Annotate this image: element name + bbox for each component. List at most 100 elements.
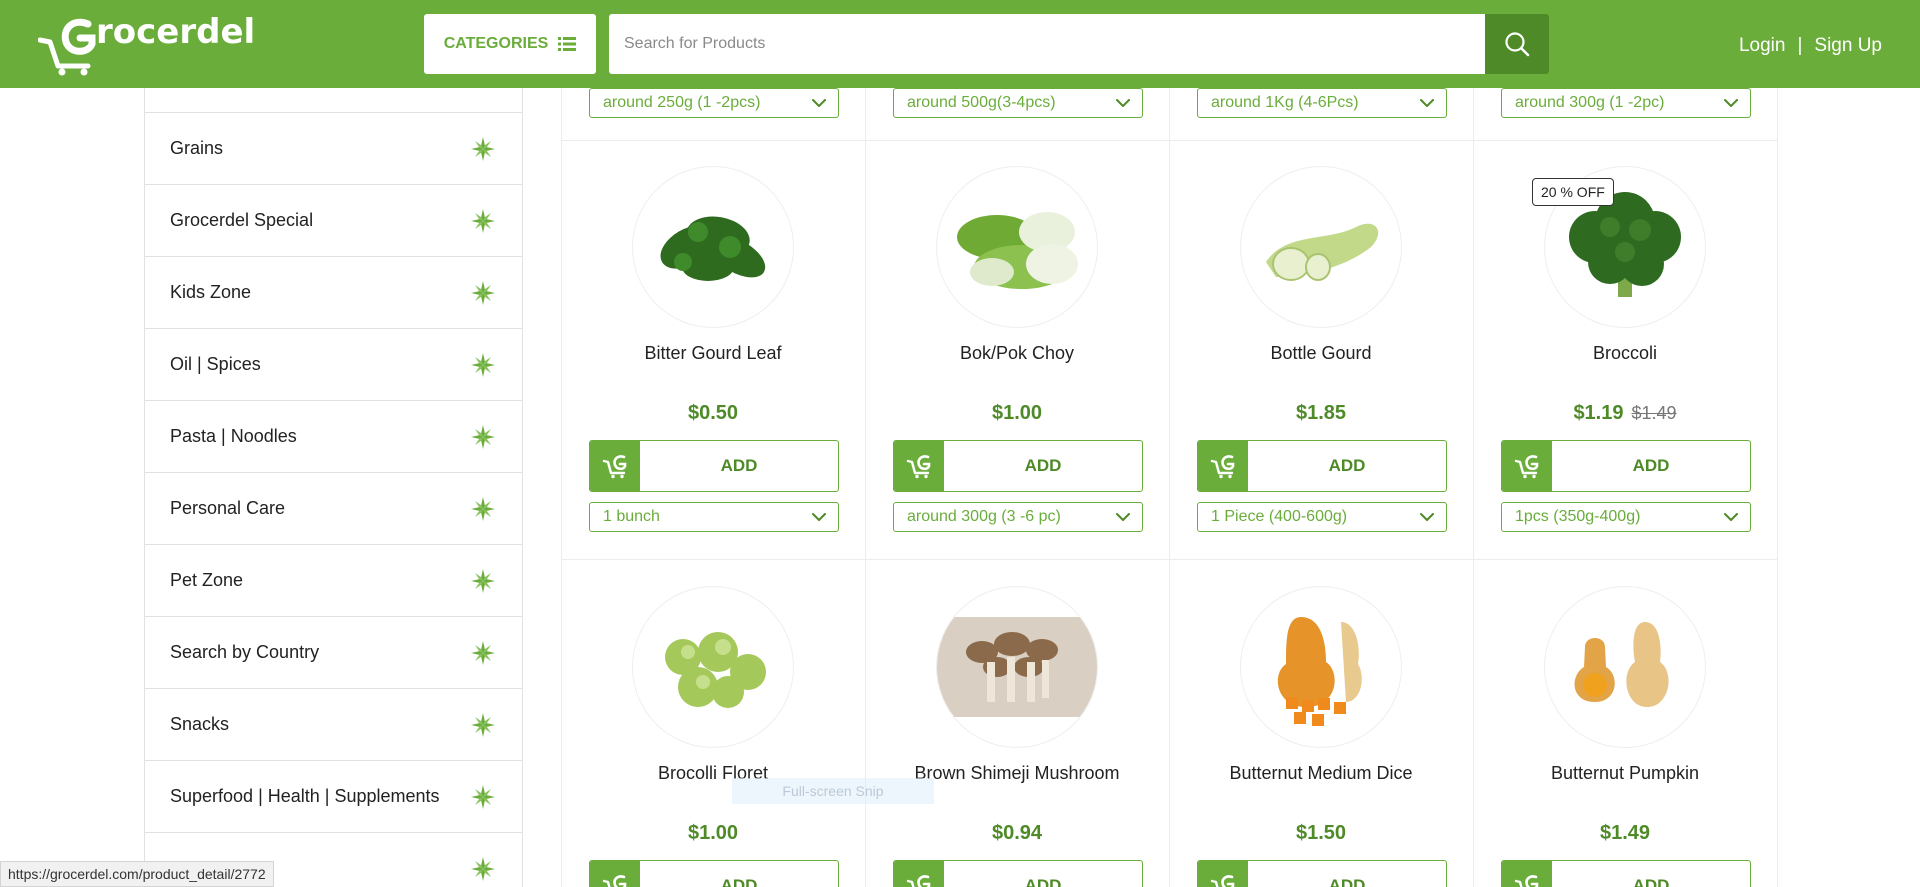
sidebar-item[interactable]: Pet Zone bbox=[145, 545, 522, 617]
product-price: $1.50 bbox=[1169, 822, 1473, 845]
chevron-down-icon bbox=[1724, 98, 1738, 108]
add-label: ADD bbox=[1328, 456, 1366, 475]
variant-value: 1pcs (350g-400g) bbox=[1515, 508, 1641, 525]
sidebar-item[interactable]: Personal Care bbox=[145, 473, 522, 545]
grocerdel-logo[interactable]: rocerdel bbox=[38, 10, 255, 76]
variant-select[interactable]: around 250g (1 -2pcs) bbox=[589, 88, 839, 118]
product-image[interactable] bbox=[632, 586, 794, 748]
sidebar-item[interactable]: Oil | Spices bbox=[145, 329, 522, 401]
product-name[interactable]: Bottle Gourd bbox=[1169, 343, 1473, 364]
snip-overlay-label: Full-screen Snip bbox=[732, 778, 934, 804]
sidebar-item[interactable]: Search by Country bbox=[145, 617, 522, 689]
list-icon bbox=[558, 37, 577, 51]
sidebar-item[interactable]: Snacks bbox=[145, 689, 522, 761]
sidebar-item[interactable]: Grocerdel Special bbox=[145, 185, 522, 257]
add-to-cart-button[interactable]: ADD bbox=[589, 860, 839, 887]
add-to-cart-button[interactable]: ADD bbox=[1501, 440, 1751, 492]
sidebar-item[interactable]: Grains bbox=[145, 113, 522, 185]
sidebar-item[interactable]: Kids Zone bbox=[145, 257, 522, 329]
login-link[interactable]: Login bbox=[1739, 35, 1786, 57]
sidebar-item-label: Grocerdel Special bbox=[170, 210, 314, 230]
chevron-down-icon bbox=[1724, 512, 1738, 522]
original-price: $1.49 bbox=[1631, 403, 1677, 423]
variant-select[interactable]: 1 bunch bbox=[589, 502, 839, 532]
categories-label: CATEGORIES bbox=[443, 35, 549, 52]
add-to-cart-button[interactable]: ADD bbox=[893, 860, 1143, 887]
status-bar-url: https://grocerdel.com/product_detail/277… bbox=[0, 861, 274, 887]
category-sidebar: Grains Grocerdel Special Kids Zone Oil | Sp… bbox=[144, 88, 523, 887]
variant-select[interactable]: around 500g(3-4pcs) bbox=[893, 88, 1143, 118]
signup-link[interactable]: Sign Up bbox=[1814, 35, 1882, 57]
variant-select[interactable]: around 300g (1 -2pc) bbox=[1501, 88, 1751, 118]
add-to-cart-button[interactable]: ADD bbox=[1197, 860, 1447, 887]
product-price: $0.50 bbox=[561, 402, 865, 425]
add-to-cart-button[interactable]: ADD bbox=[1501, 860, 1751, 887]
leaf-expand-icon bbox=[470, 208, 496, 234]
product-name[interactable]: Broccoli bbox=[1473, 343, 1777, 364]
cart-icon bbox=[1198, 441, 1248, 491]
add-to-cart-button[interactable]: ADD bbox=[893, 440, 1143, 492]
add-label: ADD bbox=[1632, 456, 1670, 475]
product-image[interactable] bbox=[632, 166, 794, 328]
product-price: $0.94 bbox=[865, 822, 1169, 845]
sidebar-item-label: Grains bbox=[170, 138, 224, 158]
product-name[interactable]: Bok/Pok Choy bbox=[865, 343, 1169, 364]
product-image[interactable] bbox=[936, 166, 1098, 328]
product-name[interactable]: Butternut Medium Dice bbox=[1169, 763, 1473, 784]
product-price: $1.85 bbox=[1169, 402, 1473, 425]
variant-select[interactable]: around 300g (3 -6 pc) bbox=[893, 502, 1143, 532]
variant-select[interactable]: 1 Piece (400-600g) bbox=[1197, 502, 1447, 532]
variant-value: around 300g (3 -6 pc) bbox=[907, 508, 1061, 525]
sidebar-item[interactable] bbox=[145, 88, 522, 113]
add-label: ADD bbox=[720, 456, 758, 475]
leaf-expand-icon bbox=[470, 568, 496, 594]
current-price: $0.50 bbox=[687, 402, 739, 424]
cart-icon bbox=[590, 441, 640, 491]
current-price: $1.00 bbox=[991, 402, 1043, 424]
product-name[interactable]: Bitter Gourd Leaf bbox=[561, 343, 865, 364]
chevron-down-icon bbox=[1116, 512, 1130, 522]
chevron-down-icon bbox=[812, 512, 826, 522]
cart-icon bbox=[894, 861, 944, 887]
product-image[interactable] bbox=[1240, 166, 1402, 328]
product-image[interactable] bbox=[936, 586, 1098, 748]
current-price: $1.85 bbox=[1295, 402, 1347, 424]
variant-select[interactable]: 1pcs (350g-400g) bbox=[1501, 502, 1751, 532]
chevron-down-icon bbox=[1420, 98, 1434, 108]
leaf-expand-icon bbox=[470, 856, 496, 882]
variant-select[interactable]: around 1Kg (4-6Pcs) bbox=[1197, 88, 1447, 118]
categories-button[interactable]: CATEGORIES bbox=[424, 14, 596, 74]
search-button[interactable] bbox=[1485, 14, 1549, 74]
auth-links: Login | Sign Up bbox=[1739, 35, 1882, 57]
leaf-expand-icon bbox=[470, 784, 496, 810]
add-label: ADD bbox=[1024, 456, 1062, 475]
add-to-cart-button[interactable]: ADD bbox=[1197, 440, 1447, 492]
leaf-expand-icon bbox=[470, 496, 496, 522]
sidebar-item-label: Pasta | Noodles bbox=[170, 426, 297, 446]
add-label: ADD bbox=[1632, 876, 1670, 887]
leaf-expand-icon bbox=[470, 280, 496, 306]
sidebar-item-label: Superfood | Health | Supplements bbox=[170, 786, 440, 806]
variant-value: around 300g (1 -2pc) bbox=[1515, 94, 1665, 111]
sidebar-item-label: Personal Care bbox=[170, 498, 286, 518]
cart-icon bbox=[1502, 861, 1552, 887]
product-image[interactable] bbox=[1240, 586, 1402, 748]
current-price: $0.94 bbox=[991, 822, 1043, 844]
variant-value: 1 Piece (400-600g) bbox=[1211, 508, 1348, 525]
cart-logo-icon bbox=[38, 18, 96, 76]
product-price: $1.49 bbox=[1473, 822, 1777, 845]
top-header: rocerdel CATEGORIES Login | Sign Up bbox=[0, 0, 1920, 88]
leaf-expand-icon bbox=[470, 136, 496, 162]
product-price: $1.00 bbox=[865, 402, 1169, 425]
search-icon bbox=[1505, 32, 1530, 57]
add-to-cart-button[interactable]: ADD bbox=[589, 440, 839, 492]
add-label: ADD bbox=[720, 876, 758, 887]
sidebar-item[interactable]: Superfood | Health | Supplements bbox=[145, 761, 522, 833]
sidebar-item[interactable]: Pasta | Noodles bbox=[145, 401, 522, 473]
product-name[interactable]: Butternut Pumpkin bbox=[1473, 763, 1777, 784]
sidebar-item-label: Kids Zone bbox=[170, 282, 252, 302]
current-price: $1.50 bbox=[1295, 822, 1347, 844]
product-price: $1.00 bbox=[561, 822, 865, 845]
search-input[interactable] bbox=[609, 14, 1485, 74]
product-image[interactable] bbox=[1544, 586, 1706, 748]
